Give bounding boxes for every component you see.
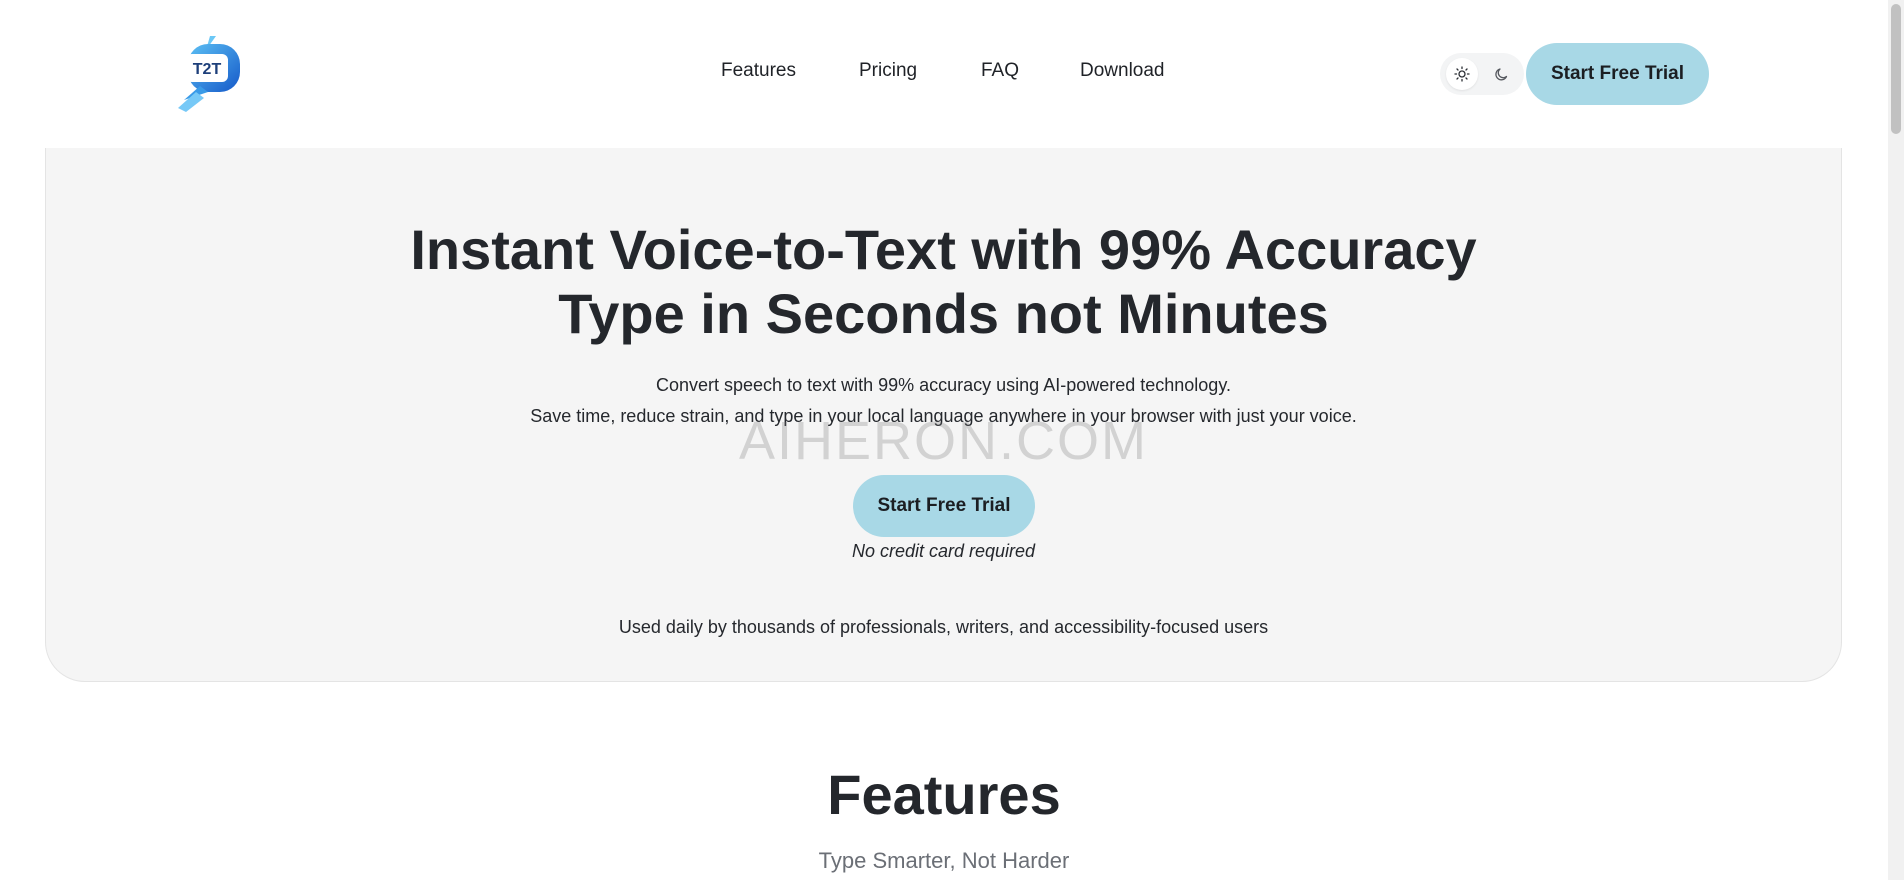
nav-pricing[interactable]: Pricing	[859, 60, 917, 82]
site-header: T2T Features Pricing FAQ Download Start …	[0, 0, 1888, 148]
hero-title: Instant Voice-to-Text with 99% Accuracy …	[46, 218, 1841, 346]
moon-icon	[1495, 68, 1508, 81]
features-heading: Features	[827, 763, 1061, 826]
social-proof-text: Used daily by thousands of professionals…	[618, 617, 1269, 637]
hero-subtitle: Convert speech to text with 99% accuracy…	[46, 370, 1841, 432]
dark-mode-button[interactable]	[1486, 58, 1518, 90]
nav-download[interactable]: Download	[1080, 60, 1165, 82]
hero-title-line2: Type in Seconds not Minutes	[558, 282, 1329, 345]
hero-section: Instant Voice-to-Text with 99% Accuracy …	[45, 148, 1842, 682]
light-mode-button[interactable]	[1446, 58, 1478, 90]
nav-features[interactable]: Features	[721, 60, 796, 82]
sun-icon	[1454, 66, 1470, 82]
theme-toggle	[1440, 53, 1524, 95]
scrollbar-thumb[interactable]	[1891, 4, 1901, 134]
header-start-trial-button[interactable]: Start Free Trial	[1526, 43, 1709, 105]
no-credit-card-note: No credit card required	[851, 541, 1036, 561]
nav-faq[interactable]: FAQ	[981, 60, 1019, 82]
features-subheading: Type Smarter, Not Harder	[818, 848, 1070, 873]
page-scrollbar[interactable]	[1888, 0, 1904, 880]
hero-subtitle-line1: Convert speech to text with 99% accuracy…	[656, 375, 1231, 395]
hero-title-line1: Instant Voice-to-Text with 99% Accuracy	[410, 218, 1477, 281]
hero-subtitle-line2: Save time, reduce strain, and type in yo…	[530, 406, 1357, 426]
hero-start-trial-button[interactable]: Start Free Trial	[853, 475, 1035, 537]
